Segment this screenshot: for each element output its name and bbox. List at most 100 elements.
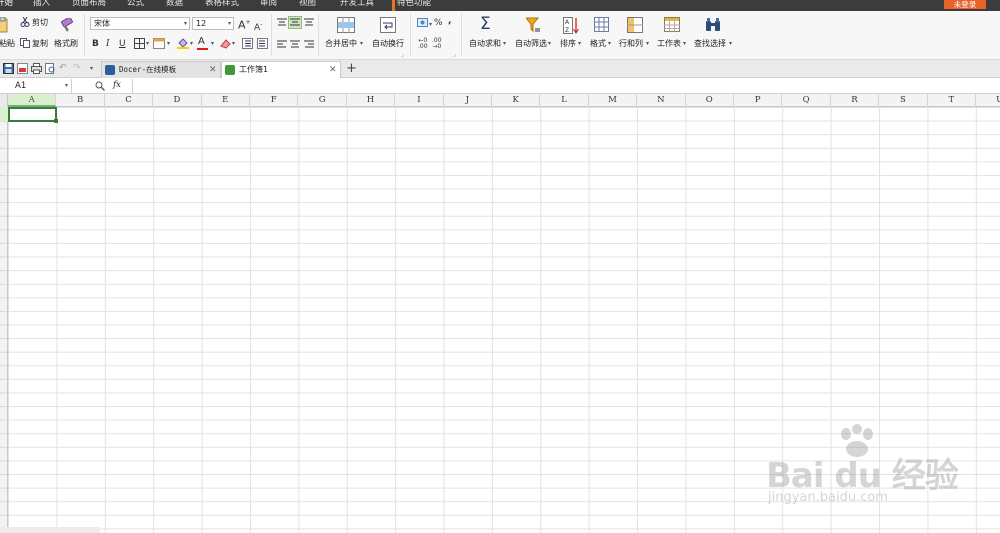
menu-page-layout[interactable]: 页面布局 (72, 0, 106, 9)
export-pdf-icon[interactable] (17, 63, 28, 74)
copy-icon[interactable] (20, 38, 30, 48)
increase-indent-icon[interactable] (257, 38, 268, 49)
save-icon[interactable] (3, 63, 14, 74)
column-header-a[interactable]: A (8, 94, 57, 107)
percent-button[interactable]: % (434, 18, 443, 28)
italic-button[interactable]: I (106, 39, 110, 49)
align-center-icon[interactable] (290, 40, 300, 49)
filter-icon[interactable] (526, 17, 540, 33)
menu-home[interactable]: 开始 (0, 0, 13, 9)
column-header-r[interactable]: R (831, 94, 880, 107)
select-all-corner[interactable] (0, 94, 8, 107)
login-button[interactable]: 未登录 (944, 0, 986, 9)
alignment-launcher-icon[interactable]: ⌟ (401, 51, 404, 58)
menu-special[interactable]: 特色功能 (397, 0, 431, 9)
auto-sum-label[interactable]: 自动求和 (469, 39, 501, 49)
worksheet-dropdown-icon[interactable]: ▾ (683, 39, 686, 49)
wrap-text-label[interactable]: 自动换行 (372, 39, 404, 49)
align-top-icon[interactable] (277, 18, 287, 27)
column-header-h[interactable]: H (347, 94, 396, 107)
currency-format-icon[interactable] (417, 18, 428, 28)
increase-decimal-button[interactable]: ←0.00 (418, 38, 428, 50)
column-header-k[interactable]: K (492, 94, 541, 107)
clear-format-dropdown-icon[interactable]: ▾ (232, 39, 235, 49)
insert-function-button[interactable]: fx (113, 80, 121, 90)
print-preview-icon[interactable] (45, 63, 56, 74)
format-painter-icon[interactable] (60, 18, 74, 32)
number-launcher-icon[interactable]: ⌟ (453, 51, 456, 58)
font-color-button[interactable]: A (198, 37, 205, 47)
zoom-icon[interactable] (95, 81, 105, 91)
tab-workbook[interactable]: 工作簿1 ✕ (221, 61, 341, 78)
merge-dropdown-icon[interactable]: ▾ (360, 39, 363, 49)
font-color-dropdown-icon[interactable]: ▾ (211, 39, 214, 49)
cell-style-icon[interactable] (153, 38, 165, 49)
menu-review[interactable]: 审阅 (260, 0, 277, 9)
redo-icon[interactable]: ↷ (73, 63, 81, 73)
find-select-label[interactable]: 查找选择 (694, 39, 726, 49)
column-header-b[interactable]: B (56, 94, 105, 107)
grow-font-button[interactable]: A+ (238, 18, 251, 31)
tab-docer[interactable]: Docer-在线模板 ✕ (101, 61, 221, 78)
menu-developer[interactable]: 开发工具 (340, 0, 374, 9)
find-select-dropdown-icon[interactable]: ▾ (729, 39, 732, 49)
column-header-e[interactable]: E (202, 94, 250, 107)
binoculars-icon[interactable] (705, 17, 721, 32)
worksheet-label[interactable]: 工作表 (657, 39, 681, 49)
active-cell[interactable] (8, 107, 58, 123)
border-dropdown-icon[interactable]: ▾ (146, 39, 149, 49)
quick-access-dropdown-icon[interactable]: ▾ (90, 64, 93, 74)
column-header-t[interactable]: T (928, 94, 976, 107)
auto-filter-dropdown-icon[interactable]: ▾ (548, 39, 551, 49)
format-label[interactable]: 格式 (590, 39, 606, 49)
print-icon[interactable] (31, 63, 42, 74)
row-col-icon[interactable] (627, 17, 643, 33)
menu-view[interactable]: 视图 (299, 0, 316, 9)
column-header-p[interactable]: P (734, 94, 783, 107)
format-painter-label[interactable]: 格式刷 (54, 39, 78, 49)
close-icon[interactable]: ✕ (209, 62, 217, 78)
column-header-q[interactable]: Q (782, 94, 831, 107)
paste-dropdown-icon[interactable]: ▾ (7, 39, 10, 49)
column-header-u[interactable]: U (976, 94, 1000, 107)
align-left-icon[interactable] (277, 40, 287, 49)
format-icon[interactable] (594, 17, 609, 32)
align-right-icon[interactable] (304, 40, 314, 49)
align-bottom-icon[interactable] (304, 18, 314, 27)
menu-formulas[interactable]: 公式 (127, 0, 144, 9)
paste-icon[interactable] (0, 17, 8, 33)
clear-format-icon[interactable] (219, 38, 231, 49)
column-header-n[interactable]: N (637, 94, 686, 107)
sort-dropdown-icon[interactable]: ▾ (578, 39, 581, 49)
column-header-j[interactable]: J (444, 94, 492, 107)
row-headers[interactable] (0, 107, 8, 533)
font-size-select[interactable]: 12 ▾ (192, 17, 234, 30)
fill-color-dropdown-icon[interactable]: ▾ (190, 39, 193, 49)
column-header-d[interactable]: D (153, 94, 202, 107)
font-name-select[interactable]: 宋体 ▾ (90, 17, 190, 30)
auto-filter-label[interactable]: 自动筛选 (515, 39, 547, 49)
column-header-f[interactable]: F (250, 94, 299, 107)
row-col-label[interactable]: 行和列 (619, 39, 643, 49)
sheet-tab-strip[interactable] (0, 527, 100, 533)
menu-table-style[interactable]: 表格样式 (205, 0, 239, 9)
merge-center-label[interactable]: 合并居中 (325, 39, 357, 49)
underline-button[interactable]: U (119, 39, 126, 49)
column-header-m[interactable]: M (589, 94, 638, 107)
format-dropdown-icon[interactable]: ▾ (608, 39, 611, 49)
sum-icon[interactable]: Σ (480, 14, 491, 34)
cut-label[interactable]: 剪切 (32, 18, 48, 28)
menu-data[interactable]: 数据 (166, 0, 183, 9)
fill-handle[interactable] (54, 119, 58, 123)
name-box[interactable]: A1 ▾ (0, 79, 72, 93)
scissors-icon[interactable] (20, 17, 30, 27)
column-header-c[interactable]: C (105, 94, 154, 107)
decrease-indent-icon[interactable] (242, 38, 253, 49)
fill-color-icon[interactable] (177, 37, 189, 49)
close-icon[interactable]: ✕ (329, 62, 337, 78)
undo-icon[interactable]: ↶ (59, 63, 67, 73)
border-icon[interactable] (134, 38, 145, 49)
decrease-decimal-button[interactable]: .00 →0 (432, 38, 442, 50)
worksheet-icon[interactable] (664, 17, 680, 32)
column-header-o[interactable]: O (686, 94, 734, 107)
